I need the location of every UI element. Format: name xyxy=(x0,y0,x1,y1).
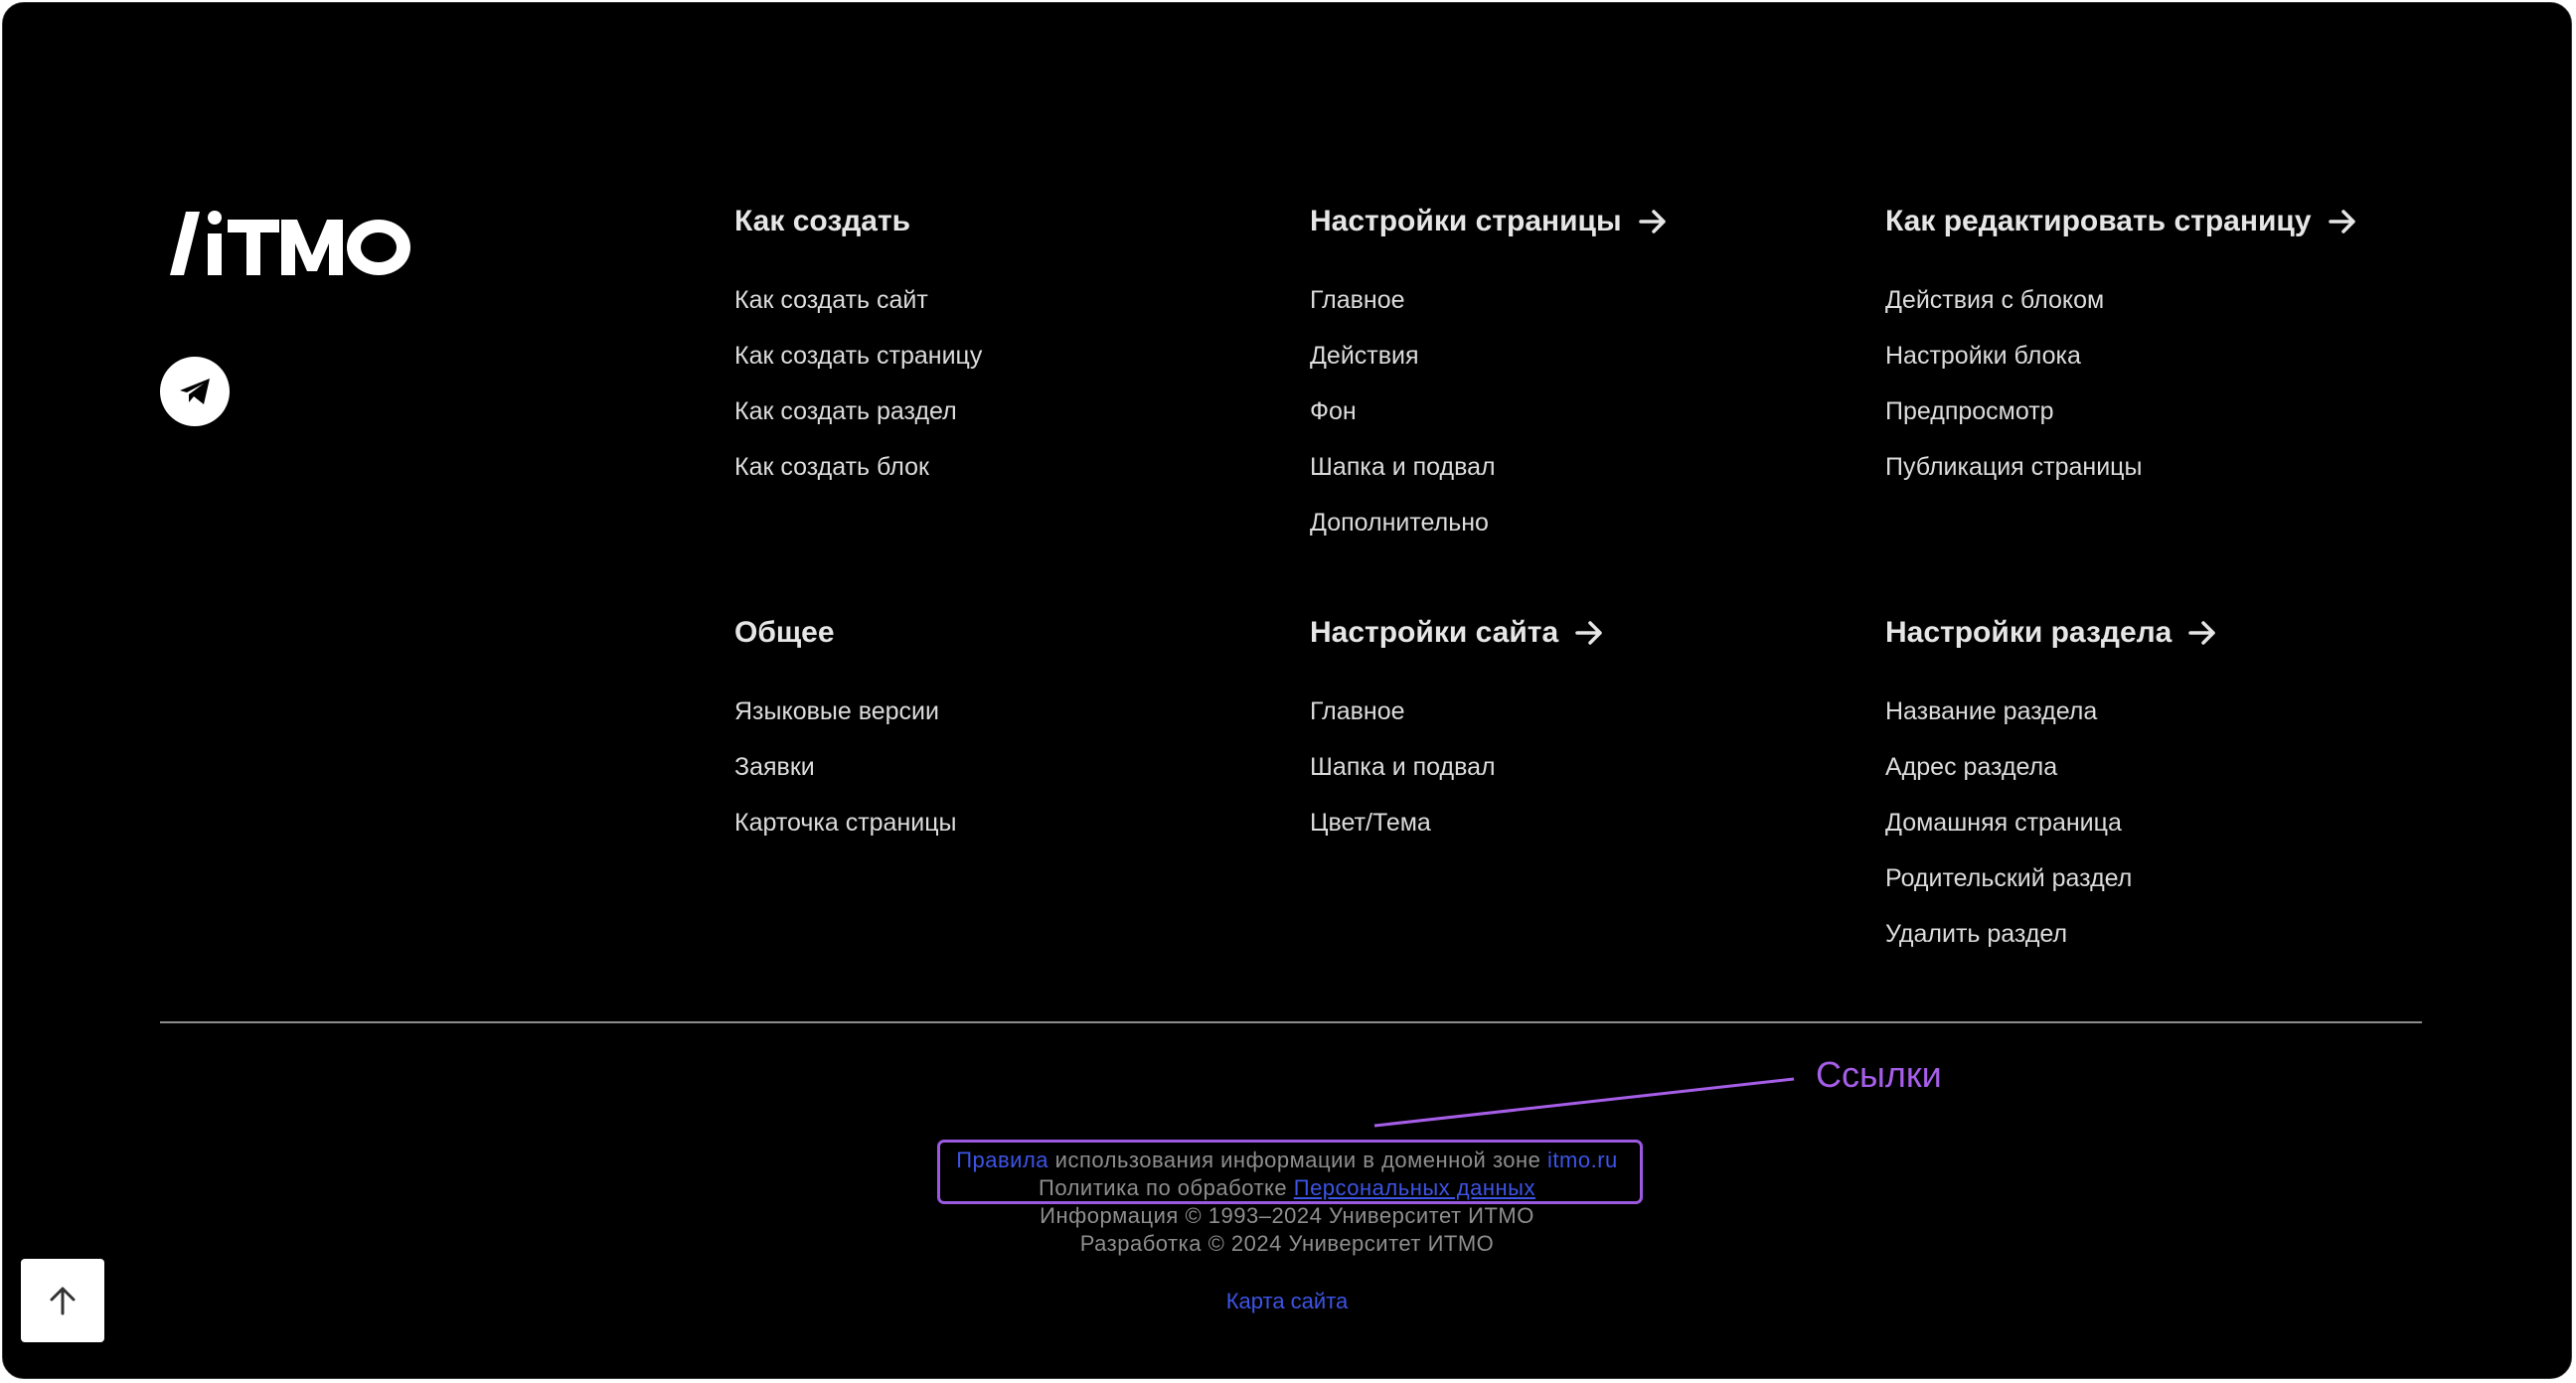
footer-link[interactable]: Главное xyxy=(1310,286,1405,315)
footer-divider xyxy=(160,1021,2422,1023)
footer-link[interactable]: Заявки xyxy=(734,753,815,782)
footer-link[interactable]: Шапка и подвал xyxy=(1310,753,1496,782)
arrow-right-icon xyxy=(1638,210,1666,233)
column-section-settings: Настройки раздела Название раздела Адрес… xyxy=(1885,613,2217,948)
column-general: Общее Языковые версии Заявки Карточка ст… xyxy=(734,613,957,837)
column-title-text: Настройки страницы xyxy=(1310,205,1622,237)
footer-link[interactable]: Домашняя страница xyxy=(1885,809,2122,838)
column-page-settings: Настройки страницы Главное Действия Фон … xyxy=(1310,202,1668,537)
footer-link[interactable]: Как создать раздел xyxy=(734,397,957,426)
domain-link[interactable]: itmo.ru xyxy=(1547,1148,1618,1172)
column-how-to-create: Как создать Как создать сайт Как создать… xyxy=(734,202,982,481)
footer-link[interactable]: Как создать страницу xyxy=(734,342,982,371)
annotation-label: Ссылки xyxy=(1816,1054,1942,1095)
column-title-text: Настройки раздела xyxy=(1885,616,2173,649)
footer-link[interactable]: Действия xyxy=(1310,342,1419,371)
copyright-dev: Разработка © 2024 Университет ИТМО xyxy=(1079,1231,1495,1256)
policy-text: Политика по обработке xyxy=(1039,1175,1294,1200)
telegram-icon xyxy=(180,379,210,404)
footer-link[interactable]: Родительский раздел xyxy=(1885,864,2132,893)
footer-link[interactable]: Цвет/Тема xyxy=(1310,809,1431,838)
policy-line: Политика по обработке Персональных данны… xyxy=(3,1175,2571,1201)
footer-link[interactable]: Дополнительно xyxy=(1310,509,1489,538)
footer-link[interactable]: Адрес раздела xyxy=(1885,753,2057,782)
column-title[interactable]: Общее xyxy=(734,613,835,653)
rules-text: использования информации в доменной зоне xyxy=(1048,1148,1548,1172)
footer-link[interactable]: Фон xyxy=(1310,397,1357,426)
footer-link[interactable]: Предпросмотр xyxy=(1885,397,2054,426)
column-title-text: Как создать xyxy=(734,205,911,237)
telegram-button[interactable] xyxy=(160,357,230,426)
rules-link[interactable]: Правила xyxy=(956,1148,1048,1172)
column-title[interactable]: Настройки сайта xyxy=(1310,613,1604,653)
footer-link[interactable]: Удалить раздел xyxy=(1885,920,2067,949)
column-edit-page: Как редактировать страницу Действия с бл… xyxy=(1885,202,2357,481)
copyright-info: Информация © 1993–2024 Университет ИТМО xyxy=(1040,1203,1534,1228)
personal-data-link[interactable]: Персональных данных xyxy=(1294,1175,1535,1200)
footer: Как создать Как создать сайт Как создать… xyxy=(2,2,2572,1379)
itmo-logo[interactable] xyxy=(170,210,412,282)
column-title-text: Как редактировать страницу xyxy=(1885,205,2312,237)
footer-link[interactable]: Языковые версии xyxy=(734,697,939,726)
sitemap-link[interactable]: Карта сайта xyxy=(1226,1289,1349,1313)
column-title[interactable]: Настройки раздела xyxy=(1885,613,2217,653)
column-title-text: Общее xyxy=(734,616,835,649)
column-title[interactable]: Как редактировать страницу xyxy=(1885,202,2357,241)
footer-link[interactable]: Настройки блока xyxy=(1885,342,2081,371)
sitemap-line: Карта сайта xyxy=(3,1289,2571,1314)
footer-link[interactable]: Действия с блоком xyxy=(1885,286,2104,315)
arrow-right-icon xyxy=(2188,621,2216,645)
itmo-logo-icon xyxy=(170,211,410,275)
column-title[interactable]: Настройки страницы xyxy=(1310,202,1668,241)
column-site-settings: Настройки сайта Главное Шапка и подвал Ц… xyxy=(1310,613,1604,837)
footer-link[interactable]: Как создать блок xyxy=(734,453,929,482)
arrow-right-icon xyxy=(2328,210,2355,233)
footer-link[interactable]: Главное xyxy=(1310,697,1405,726)
column-title[interactable]: Как создать xyxy=(734,202,910,241)
scroll-up-button[interactable] xyxy=(21,1259,104,1342)
column-title-text: Настройки сайта xyxy=(1310,616,1559,649)
arrow-right-icon xyxy=(1575,621,1602,645)
footer-link[interactable]: Как создать сайт xyxy=(734,286,928,315)
footer-link[interactable]: Публикация страницы xyxy=(1885,453,2142,482)
footer-link[interactable]: Шапка и подвал xyxy=(1310,453,1496,482)
rules-line: Правила использования информации в домен… xyxy=(3,1148,2571,1173)
footer-link[interactable]: Название раздела xyxy=(1885,697,2097,726)
footer-link[interactable]: Карточка страницы xyxy=(734,809,957,838)
arrow-up-icon xyxy=(50,1287,76,1315)
